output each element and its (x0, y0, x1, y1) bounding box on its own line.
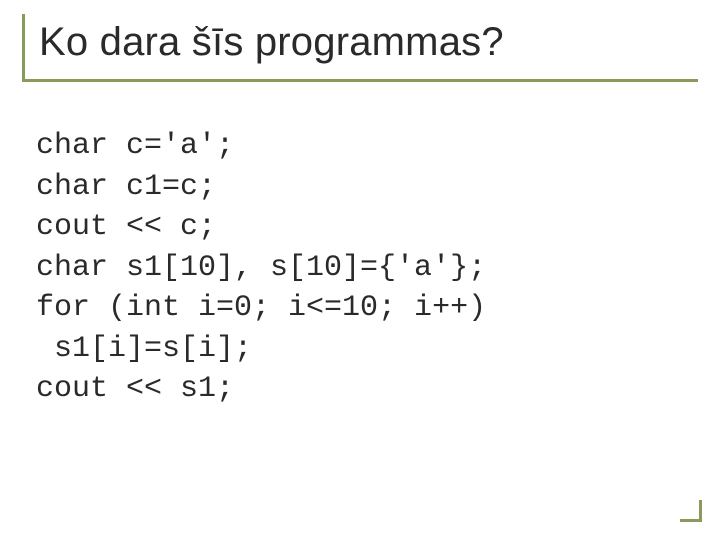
code-line-3: cout << c; (36, 210, 216, 244)
slide-title: Ko dara šīs programmas? (39, 20, 698, 65)
code-line-7: cout << s1; (36, 372, 234, 406)
code-block: char c='a'; char c1=c; cout << c; char s… (36, 126, 486, 410)
code-line-2: char c1=c; (36, 170, 216, 204)
corner-decoration (680, 500, 702, 522)
code-line-4: char s1[10], s[10]={'a'}; (36, 251, 486, 285)
code-line-6: s1[i]=s[i]; (36, 332, 252, 366)
slide: Ko dara šīs programmas? char c='a'; char… (0, 0, 720, 540)
title-block: Ko dara šīs programmas? (22, 14, 698, 82)
code-line-1: char c='a'; (36, 129, 234, 163)
code-line-5: for (int i=0; i<=10; i++) (36, 291, 486, 325)
